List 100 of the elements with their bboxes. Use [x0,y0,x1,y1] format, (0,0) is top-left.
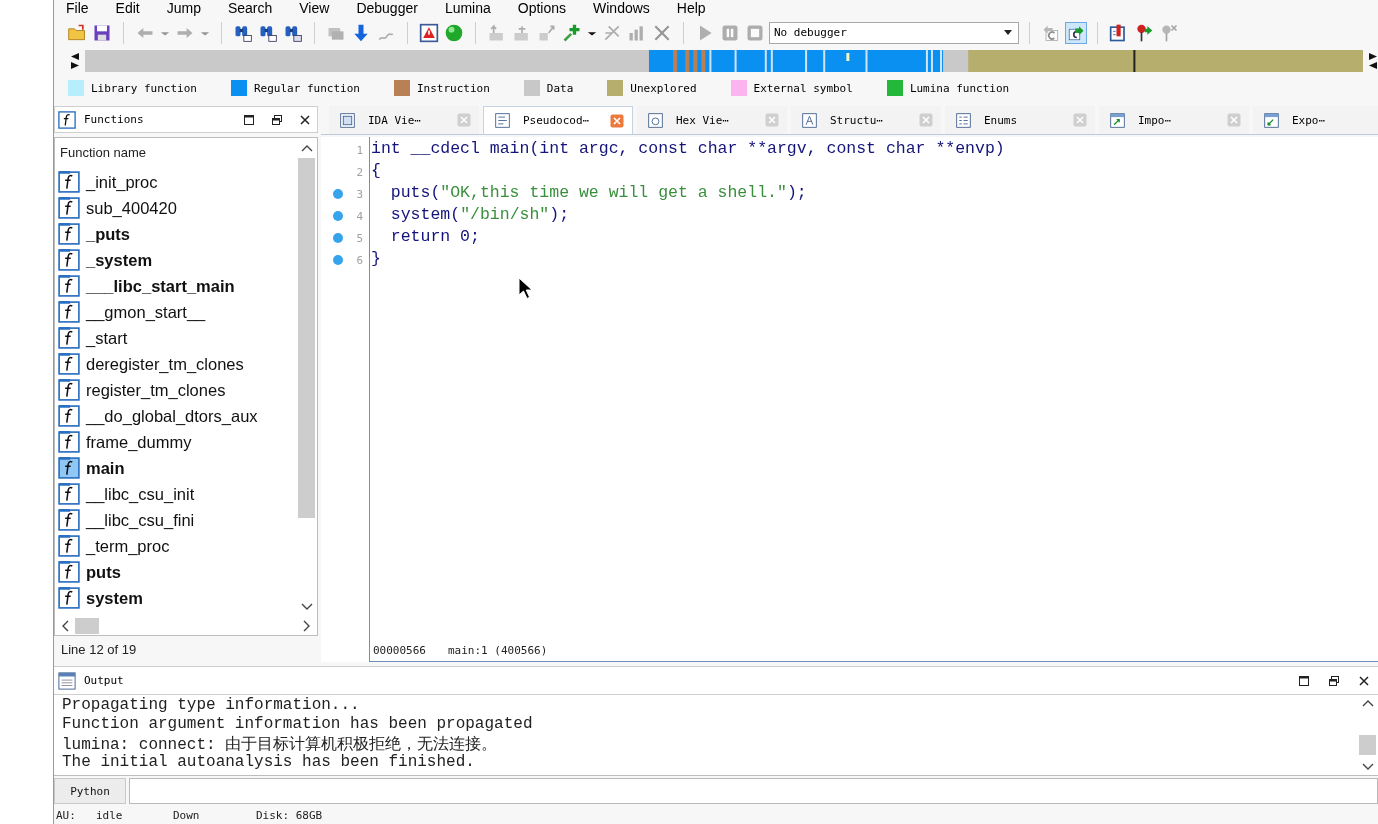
close-icon[interactable] [1358,674,1370,687]
log-line: Function argument information has been propagated [62,715,534,734]
menu-item[interactable]: View [299,0,330,17]
menu-item[interactable]: Windows [593,0,650,17]
function-item[interactable]: __libc_csu_init [55,481,296,507]
chevron-up-icon[interactable] [1361,699,1374,707]
legend-label: External symbol [753,81,853,95]
menu-item[interactable]: Search [227,0,273,17]
panel-title: Functions [84,113,144,126]
maximize-icon[interactable] [243,113,255,126]
function-item[interactable]: ___libc_start_main [55,273,296,299]
command-input[interactable] [129,778,1378,804]
close-tab-icon[interactable] [919,113,933,127]
close-tab-icon[interactable] [457,113,471,127]
line-number: 4 [356,209,363,223]
window-icon [58,671,76,690]
close-icon[interactable] [299,113,311,126]
chevron-right-icon[interactable] [303,620,311,632]
legend-label: Data [546,81,574,95]
close-tab-icon[interactable] [765,113,779,127]
line-number: 1 [356,143,363,157]
function-item[interactable]: system [55,585,296,611]
function-item[interactable]: deregister_tm_clones [55,351,296,377]
menu-item[interactable]: Help [676,0,706,17]
code-line: int __cdecl main(int argc, const char **argv, const char **envp) [371,139,1006,160]
code-line: { [371,161,382,182]
status-text: AU: [56,808,77,822]
tab[interactable]: Hex Vie⋯ [637,106,787,134]
mouse-pointer-icon [518,277,532,299]
tab[interactable]: Impo⋯ [1099,106,1249,134]
scrollbar-thumb[interactable] [298,158,315,518]
chevron-up-icon[interactable] [300,144,313,152]
menu-item[interactable]: Lumina [444,0,491,17]
status-text: Line 12 of 19 [60,640,138,659]
restore-icon[interactable] [1328,674,1340,687]
line-number: 5 [356,231,363,245]
triangle-arrows-icon[interactable] [1368,50,1378,72]
tab[interactable]: Expo⋯ [1253,106,1378,134]
function-item[interactable]: _system [55,247,296,273]
legend-label: Regular function [253,81,360,95]
column-header[interactable]: Function name [55,138,296,166]
scrollbar-thumb[interactable] [75,618,99,634]
function-item[interactable]: _puts [55,221,296,247]
function-item[interactable]: frame_dummy [55,429,296,455]
tab[interactable]: IDA Vie⋯ [329,106,479,134]
code-line: system("/bin/sh"); [389,205,571,226]
code-line: return 0; [389,227,481,248]
caret-down-icon [1004,30,1012,35]
line-number: 2 [356,165,363,179]
status-text: Down [173,808,201,822]
tab[interactable]: Structu⋯ [791,106,941,134]
status-text: Disk: 68GB [256,808,323,822]
menu-item[interactable]: Jump [166,0,201,17]
function-item[interactable]: main [55,455,296,481]
menu-item[interactable]: File [66,0,89,17]
code-line: } [371,249,382,270]
function-item[interactable]: __libc_csu_fini [55,507,296,533]
function-item[interactable]: sub_400420 [55,195,296,221]
document-icon [494,112,511,129]
function-item[interactable]: _start [55,325,296,351]
legend-label: Instruction [416,81,490,95]
function-item[interactable]: register_tm_clones [55,377,296,403]
function-item[interactable]: puts [55,559,296,585]
menu-item[interactable]: Options [517,0,567,17]
tab[interactable]: Enums [945,106,1095,134]
chevron-down-icon[interactable] [1361,763,1374,771]
python-button[interactable]: Python [54,778,126,804]
function-item[interactable]: _term_proc [55,533,296,559]
log-line: The initial autoanalysis has been finished. [62,753,476,772]
code-line: puts("OK,this time we will get a shell."); [389,183,808,204]
function-item[interactable]: _init_proc [55,169,296,195]
function-item[interactable]: __do_global_dtors_aux [55,403,296,429]
status-text: idle [96,808,124,822]
maximize-icon[interactable] [1298,674,1310,687]
list-icon [955,111,972,129]
function-item[interactable]: __gmon_start__ [55,299,296,325]
window-icon [339,111,356,129]
status-text: main:1 (400566) [448,643,548,657]
tab[interactable]: Pseudocod⋯ [483,106,633,134]
navigation-band[interactable] [85,50,1363,72]
log-line: Propagating type information... [62,696,361,715]
warning-icon[interactable] [418,21,440,44]
close-tab-icon[interactable] [1073,113,1087,127]
triangle-arrows-icon[interactable] [70,50,80,72]
line-number: 3 [356,187,363,201]
chevron-left-icon[interactable] [61,620,69,632]
status-text: 00000566 [373,643,426,657]
menu-item[interactable]: Debugger [356,0,418,17]
scrollbar-thumb[interactable] [1359,735,1376,755]
close-tab-icon[interactable] [1227,113,1241,127]
letter-a-icon [801,111,818,129]
close-tab-icon[interactable] [610,113,624,128]
menu-item[interactable]: Edit [115,0,140,17]
line-number: 6 [356,253,363,267]
legend-label: Library function [91,81,197,95]
legend-label: Unexplored [630,81,697,95]
chevron-down-icon[interactable] [300,603,313,611]
debugger-dropdown[interactable]: No debugger [769,21,1019,44]
function-icon [58,110,76,129]
restore-icon[interactable] [271,113,283,126]
